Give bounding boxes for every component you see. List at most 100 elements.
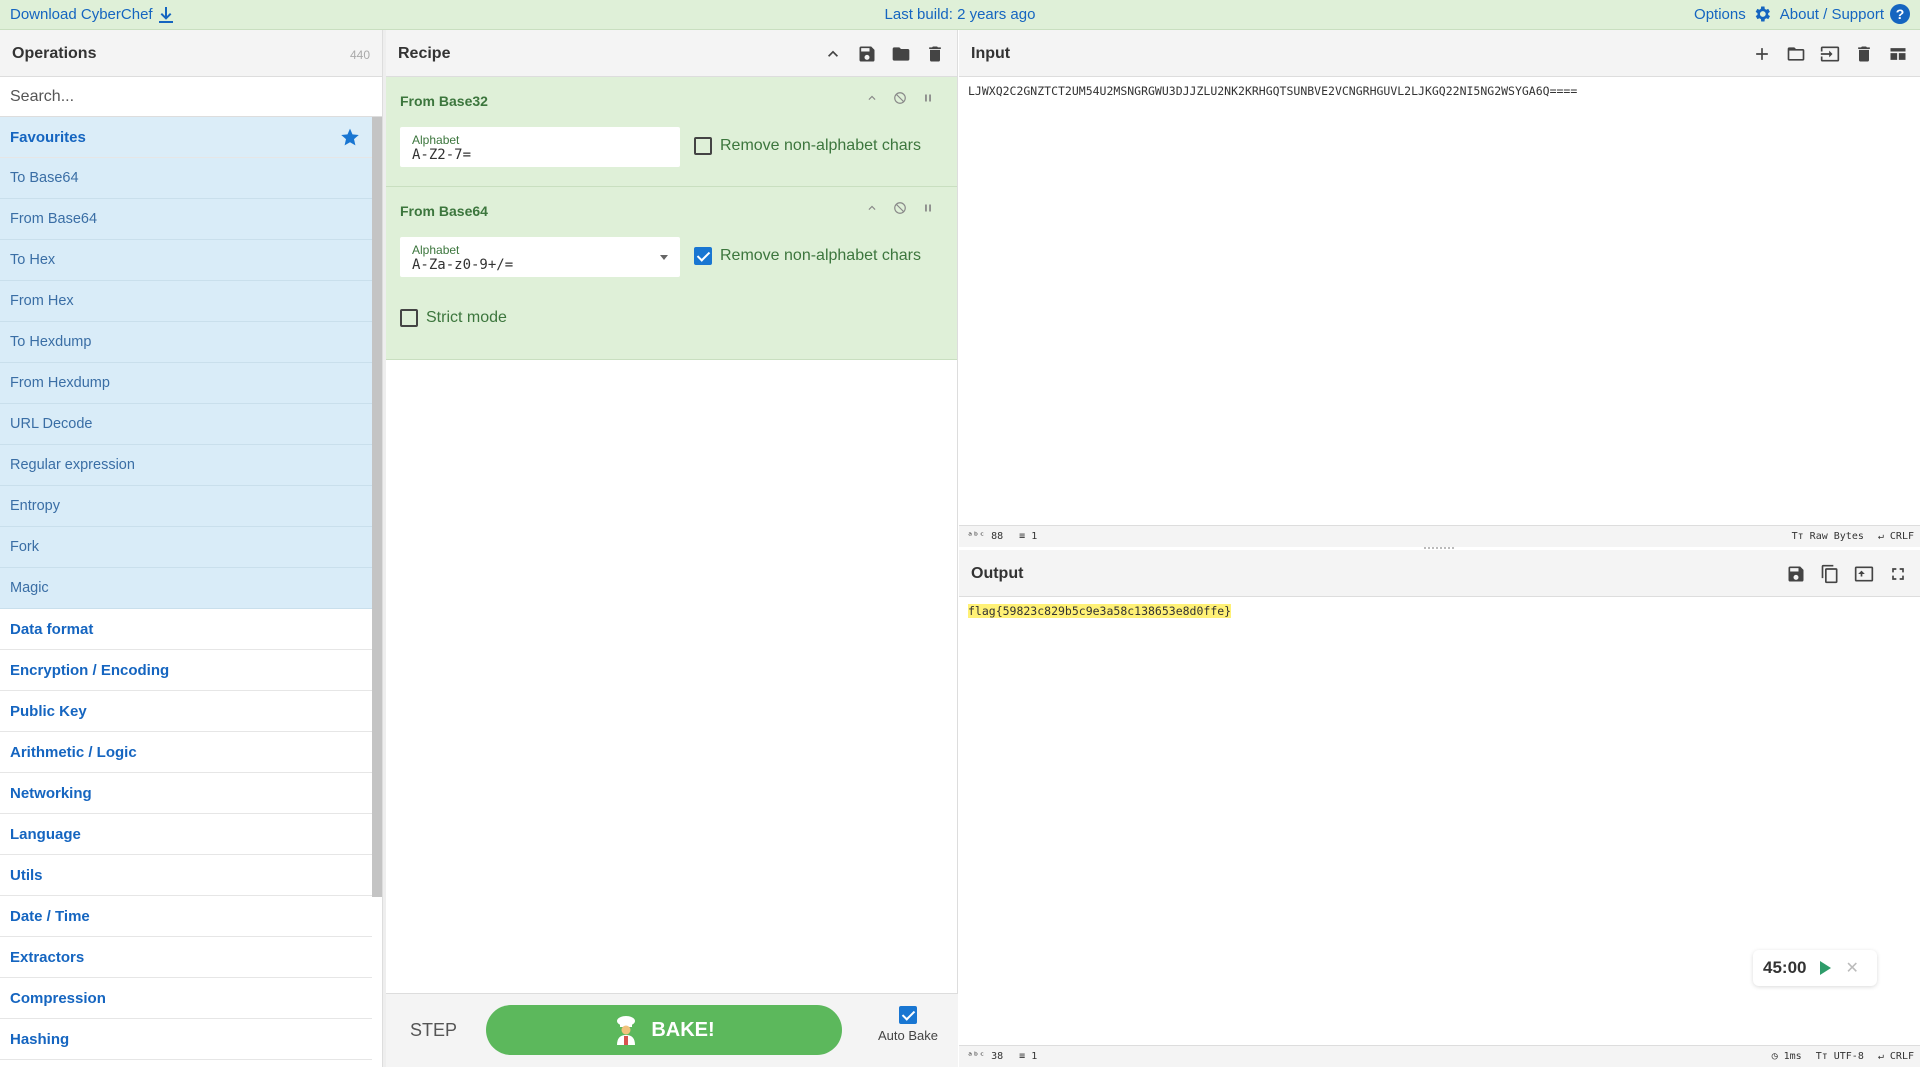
open-folder-button[interactable]: [1784, 43, 1808, 65]
op-from-hexdump[interactable]: From Hexdump: [0, 363, 372, 404]
category-favourites[interactable]: Favourites: [0, 117, 372, 158]
copy-output-button[interactable]: [1818, 563, 1842, 585]
copy-icon[interactable]: [1820, 564, 1840, 584]
category-compression[interactable]: Compression: [0, 978, 372, 1019]
category-data-format[interactable]: Data format: [0, 609, 372, 650]
bake-button[interactable]: BAKE!: [486, 1005, 842, 1055]
help-icon[interactable]: ?: [1890, 4, 1910, 24]
auto-bake-option[interactable]: Auto Bake: [868, 1006, 948, 1043]
text-encoding-icon[interactable]: Tт: [1816, 1051, 1834, 1062]
disable-icon[interactable]: [893, 91, 907, 105]
folder-icon[interactable]: [891, 44, 911, 64]
auto-bake-checkbox[interactable]: [899, 1006, 917, 1024]
maximise-output-button[interactable]: [1886, 563, 1910, 585]
output-value[interactable]: flag{59823c829b5c9e3a58c138653e8d0ffe}: [968, 604, 1232, 618]
recipe-op-from-base32[interactable]: From Base32 Alphabet A-Z2-7= Remove non-…: [386, 77, 957, 187]
op-magic[interactable]: Magic: [0, 568, 372, 609]
return-icon[interactable]: ↵: [1878, 531, 1890, 542]
output-encoding[interactable]: Tт UTF-8: [1816, 1051, 1864, 1062]
open-file-button[interactable]: [1818, 43, 1842, 65]
remove-non-alphabet-checkbox[interactable]: [694, 137, 712, 155]
return-icon[interactable]: ↵: [1878, 1051, 1890, 1062]
collapse-all-button[interactable]: [821, 43, 845, 65]
clear-input-button[interactable]: [1852, 43, 1876, 65]
recipe-op-from-base64[interactable]: From Base64 Alphabet A-Za-z0-9+/= Remove…: [386, 187, 957, 360]
output-eol-value[interactable]: CRLF: [1890, 1051, 1914, 1062]
op-to-hex[interactable]: To Hex: [0, 240, 372, 281]
output-encoding-value[interactable]: UTF-8: [1834, 1051, 1864, 1062]
input-file-icon[interactable]: [1820, 44, 1840, 64]
strict-mode-option[interactable]: Strict mode: [400, 309, 507, 327]
build-link[interactable]: Last build: 2 years ago: [885, 6, 1036, 23]
trash-icon[interactable]: [925, 44, 945, 64]
input-eol-value[interactable]: CRLF: [1890, 531, 1914, 542]
save-output-button[interactable]: [1784, 563, 1808, 585]
operations-scrollbar[interactable]: [372, 117, 382, 897]
download-icon[interactable]: [158, 6, 173, 23]
category-networking[interactable]: Networking: [0, 773, 372, 814]
options-button[interactable]: Options: [1694, 4, 1772, 24]
reset-layout-button[interactable]: [1886, 43, 1910, 65]
close-icon[interactable]: ✕: [1845, 958, 1858, 978]
chevron-up-icon[interactable]: [865, 201, 879, 215]
category-language[interactable]: Language: [0, 814, 372, 855]
add-tab-button[interactable]: [1750, 43, 1774, 65]
save-icon[interactable]: [857, 44, 877, 64]
about-label[interactable]: About / Support: [1780, 6, 1884, 23]
category-hashing[interactable]: Hashing: [0, 1019, 372, 1060]
step-button[interactable]: STEP: [410, 1020, 457, 1041]
save-icon[interactable]: [1786, 564, 1806, 584]
search-input[interactable]: [0, 77, 382, 116]
op-fork[interactable]: Fork: [0, 527, 372, 568]
star-icon[interactable]: [340, 127, 360, 147]
layout-icon[interactable]: [1888, 44, 1908, 64]
pane-divider[interactable]: [1424, 547, 1454, 549]
category-encryption-encoding[interactable]: Encryption / Encoding: [0, 650, 372, 691]
bake-label[interactable]: BAKE!: [651, 1019, 714, 1042]
alphabet-select[interactable]: Alphabet A-Za-z0-9+/=: [400, 237, 680, 277]
download-link[interactable]: Download CyberChef: [10, 6, 173, 23]
about-button[interactable]: About / Support ?: [1780, 4, 1910, 24]
category-public-key[interactable]: Public Key: [0, 691, 372, 732]
replace-input-button[interactable]: [1852, 563, 1876, 585]
input-encoding-value[interactable]: Raw Bytes: [1810, 531, 1864, 542]
gear-icon[interactable]: [1752, 4, 1772, 24]
caret-down-icon[interactable]: [660, 255, 668, 260]
input-encoding[interactable]: Tт Raw Bytes: [1792, 531, 1864, 542]
op-to-hexdump[interactable]: To Hexdump: [0, 322, 372, 363]
category-arithmetic-logic[interactable]: Arithmetic / Logic: [0, 732, 372, 773]
op-to-base64[interactable]: To Base64: [0, 158, 372, 199]
clear-recipe-button[interactable]: [923, 43, 947, 65]
op-from-base64[interactable]: From Base64: [0, 199, 372, 240]
output-text[interactable]: flag{59823c829b5c9e3a58c138653e8d0ffe}: [968, 604, 1232, 618]
op-regular-expression[interactable]: Regular expression: [0, 445, 372, 486]
remove-non-alphabet-option[interactable]: Remove non-alphabet chars: [694, 137, 921, 155]
op-from-hex[interactable]: From Hex: [0, 281, 372, 322]
play-icon[interactable]: [1820, 961, 1832, 975]
fullscreen-icon[interactable]: [1888, 564, 1908, 584]
move-to-input-icon[interactable]: [1854, 564, 1874, 584]
trash-icon[interactable]: [1854, 44, 1874, 64]
op-entropy[interactable]: Entropy: [0, 486, 372, 527]
strict-mode-checkbox[interactable]: [400, 309, 418, 327]
alphabet-field[interactable]: Alphabet A-Z2-7=: [400, 127, 680, 167]
alphabet-value[interactable]: A-Z2-7=: [412, 147, 471, 163]
disable-icon[interactable]: [893, 201, 907, 215]
category-utils[interactable]: Utils: [0, 855, 372, 896]
options-label[interactable]: Options: [1694, 6, 1746, 23]
pause-icon[interactable]: [921, 201, 935, 215]
text-encoding-icon[interactable]: Tт: [1792, 531, 1810, 542]
alphabet-value[interactable]: A-Za-z0-9+/=: [412, 257, 513, 273]
input-eol[interactable]: ↵ CRLF: [1878, 531, 1914, 542]
category-extractors[interactable]: Extractors: [0, 937, 372, 978]
plus-icon[interactable]: [1752, 44, 1772, 64]
folder-open-icon[interactable]: [1786, 44, 1806, 64]
load-recipe-button[interactable]: [889, 43, 913, 65]
remove-non-alphabet-option[interactable]: Remove non-alphabet chars: [694, 247, 921, 265]
chevron-up-icon[interactable]: [865, 91, 879, 105]
category-date-time[interactable]: Date / Time: [0, 896, 372, 937]
chevron-up-icon[interactable]: [823, 44, 843, 64]
download-label[interactable]: Download CyberChef: [10, 6, 153, 23]
pause-icon[interactable]: [921, 91, 935, 105]
op-url-decode[interactable]: URL Decode: [0, 404, 372, 445]
